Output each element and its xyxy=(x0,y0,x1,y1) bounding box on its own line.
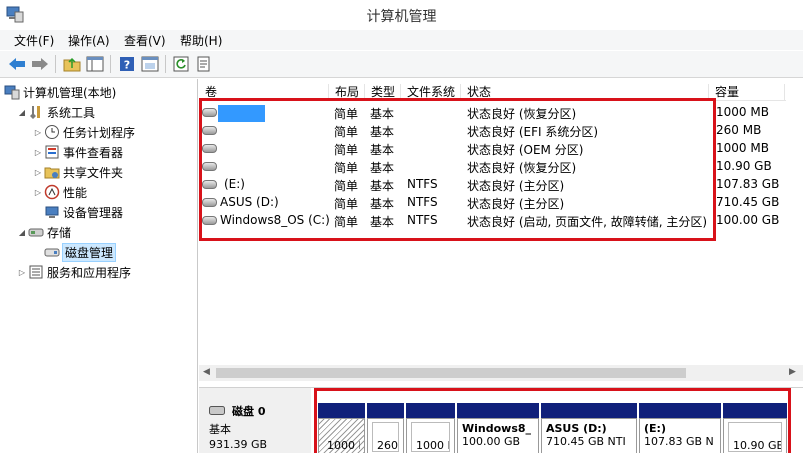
storage-icon xyxy=(28,224,44,240)
volume-icon xyxy=(202,162,217,171)
table-row[interactable]: (E:) 简单 基本 NTFS 状态良好 (主分区) 107.83 GB 9 xyxy=(199,176,803,194)
disk-layout-pane: 磁盘 0 基本 931.39 GB 1000 I 260 1000 I Wind… xyxy=(199,387,803,453)
expand-arrow-icon[interactable]: ▷ xyxy=(32,128,44,137)
computer-management-icon xyxy=(4,84,20,100)
tree-item-services-apps[interactable]: ▷ 服务和应用程序 xyxy=(16,262,131,282)
selected-volume-name xyxy=(218,105,265,122)
shared-folder-icon xyxy=(44,164,60,180)
volume-icon xyxy=(202,216,217,225)
menu-action[interactable]: 操作(A) xyxy=(68,32,110,49)
disk-management-icon xyxy=(44,244,60,260)
table-row[interactable]: 简单 基本 状态良好 (恢复分区) 1000 MB 1 xyxy=(199,104,803,122)
toolbar: ? xyxy=(0,51,803,78)
volume-icon xyxy=(202,126,217,135)
collapse-arrow-icon[interactable]: ◢ xyxy=(16,228,28,237)
volume-icon xyxy=(202,108,217,117)
clock-icon xyxy=(44,124,60,140)
properties-icon[interactable] xyxy=(140,54,160,74)
event-viewer-icon xyxy=(44,144,60,160)
tree-item-performance[interactable]: ▷ 性能 xyxy=(32,182,87,202)
partition-recovery-2[interactable]: 10.90 GB xyxy=(723,403,787,453)
horizontal-scrollbar[interactable]: ◀ ▶ xyxy=(199,365,803,381)
partition-asus-d[interactable]: ASUS (D:) 710.45 GB NTI xyxy=(541,403,637,453)
tree-item-task-scheduler[interactable]: ▷ 任务计划程序 xyxy=(32,122,135,142)
partition-recovery-1[interactable]: 1000 I xyxy=(318,403,365,453)
tree-item-shared-folders[interactable]: ▷ 共享文件夹 xyxy=(32,162,123,182)
expand-arrow-icon[interactable]: ▷ xyxy=(32,148,44,157)
col-filesystem[interactable]: 文件系统 xyxy=(401,84,461,101)
scroll-left-arrow-icon[interactable]: ◀ xyxy=(203,367,210,377)
table-row[interactable]: 简单 基本 状态良好 (OEM 分区) 1000 MB 1 xyxy=(199,140,803,158)
show-hide-tree-icon[interactable] xyxy=(85,54,105,74)
refresh-icon[interactable] xyxy=(171,54,191,74)
forward-arrow-icon[interactable] xyxy=(30,54,50,74)
tree-item-disk-management[interactable]: 磁盘管理 xyxy=(44,242,117,262)
volume-icon xyxy=(202,144,217,153)
expand-arrow-icon[interactable]: ▷ xyxy=(32,168,44,177)
title-bar: 计算机管理 xyxy=(0,0,803,30)
partition-efi[interactable]: 260 xyxy=(367,403,404,453)
col-status[interactable]: 状态 xyxy=(461,84,709,101)
tree-item-event-viewer[interactable]: ▷ 事件查看器 xyxy=(32,142,123,162)
device-manager-icon xyxy=(44,204,60,220)
vertical-scrollbar[interactable] xyxy=(786,82,803,352)
svg-text:?: ? xyxy=(124,59,130,72)
expand-arrow-icon[interactable]: ▷ xyxy=(32,188,44,197)
disk-0-label[interactable]: 磁盘 0 基本 931.39 GB xyxy=(199,388,311,453)
tree-item-storage[interactable]: ◢ 存储 xyxy=(16,222,71,242)
services-icon xyxy=(28,264,44,280)
table-row[interactable]: 简单 基本 状态良好 (恢复分区) 10.90 GB 1 xyxy=(199,158,803,176)
export-icon[interactable] xyxy=(194,54,214,74)
menu-bar: 文件(F) 操作(A) 查看(V) 帮助(H) xyxy=(0,30,803,50)
performance-icon xyxy=(44,184,60,200)
collapse-arrow-icon[interactable]: ◢ xyxy=(16,108,28,117)
tools-icon xyxy=(28,104,44,120)
partition-windows8-c[interactable]: Windows8_ 100.00 GB xyxy=(457,403,539,453)
volume-icon xyxy=(202,180,217,189)
menu-help[interactable]: 帮助(H) xyxy=(180,32,222,49)
col-layout[interactable]: 布局 xyxy=(329,84,365,101)
up-folder-icon[interactable] xyxy=(62,54,82,74)
navigation-tree: 计算机管理(本地) ◢ 系统工具 ▷ 任务计划程序 ▷ 事件查看器 ▷ 共享文件… xyxy=(0,79,198,453)
col-volume[interactable]: 卷 xyxy=(199,84,329,101)
scroll-right-arrow-icon[interactable]: ▶ xyxy=(789,367,796,377)
menu-view[interactable]: 查看(V) xyxy=(124,32,166,49)
help-icon[interactable]: ? xyxy=(117,54,137,74)
tree-item-system-tools[interactable]: ◢ 系统工具 xyxy=(16,102,95,122)
menu-file[interactable]: 文件(F) xyxy=(14,32,54,49)
window-title: 计算机管理 xyxy=(366,9,437,25)
tree-item-device-manager[interactable]: 设备管理器 xyxy=(44,202,123,222)
partition-oem[interactable]: 1000 I xyxy=(406,403,455,453)
expand-arrow-icon[interactable]: ▷ xyxy=(16,268,28,277)
back-arrow-icon[interactable] xyxy=(7,54,27,74)
table-row[interactable]: 简单 基本 状态良好 (EFI 系统分区) 260 MB 2 xyxy=(199,122,803,140)
tree-item-computer-management[interactable]: 计算机管理(本地) xyxy=(4,82,116,102)
disk-icon xyxy=(209,405,225,415)
table-row[interactable]: Windows8_OS (C:) 简单 基本 NTFS 状态良好 (启动, 页面… xyxy=(199,212,803,230)
volume-icon xyxy=(202,198,217,207)
col-type[interactable]: 类型 xyxy=(365,84,401,101)
col-capacity[interactable]: 容量 xyxy=(709,84,785,101)
partition-e[interactable]: (E:) 107.83 GB N xyxy=(639,403,721,453)
table-row[interactable]: ASUS (D:) 简单 基本 NTFS 状态良好 (主分区) 710.45 G… xyxy=(199,194,803,212)
scrollbar-thumb[interactable] xyxy=(216,368,686,378)
volume-list-header: 卷 布局 类型 文件系统 状态 容量 可 xyxy=(199,84,803,101)
disk-management-pane: 卷 布局 类型 文件系统 状态 容量 可 简单 基本 状态良好 (恢复分区) 1… xyxy=(199,79,803,453)
